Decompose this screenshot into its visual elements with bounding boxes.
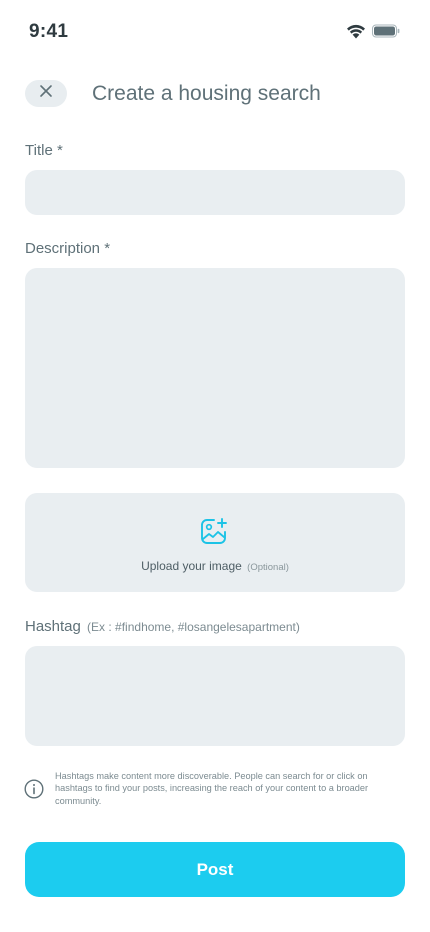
description-textarea[interactable] bbox=[25, 268, 405, 468]
hashtag-label: Hashtag bbox=[25, 618, 81, 635]
title-label: Title * bbox=[25, 142, 63, 159]
hashtag-hint: (Ex : #findhome, #losangelesapartment) bbox=[87, 620, 300, 634]
info-text: Hashtags make content more discoverable.… bbox=[55, 771, 369, 806]
close-button[interactable] bbox=[25, 80, 67, 107]
title-input[interactable] bbox=[25, 170, 405, 215]
description-label: Description * bbox=[25, 240, 111, 257]
battery-icon bbox=[372, 24, 400, 38]
wifi-icon bbox=[346, 23, 366, 39]
post-button[interactable]: Post bbox=[25, 842, 405, 897]
upload-label: Upload your image bbox=[141, 558, 242, 573]
status-icons bbox=[346, 23, 400, 39]
close-icon bbox=[39, 84, 53, 103]
hashtag-label-row: Hashtag (Ex : #findhome, #losangelesapar… bbox=[25, 618, 300, 635]
upload-optional-label: (Optional) bbox=[247, 561, 289, 573]
upload-label-row: Upload your image (Optional) bbox=[141, 559, 289, 573]
add-image-icon bbox=[200, 517, 230, 551]
create-housing-search-screen: 9:41 Create a housing search Title * Des… bbox=[0, 0, 430, 932]
page-title: Create a housing search bbox=[92, 82, 321, 105]
status-time: 9:41 bbox=[29, 21, 69, 42]
upload-image-button[interactable]: Upload your image (Optional) bbox=[25, 493, 405, 592]
hashtag-info: Hashtags make content more discoverable.… bbox=[24, 770, 404, 807]
info-icon bbox=[24, 779, 44, 807]
hashtag-textarea[interactable] bbox=[25, 646, 405, 746]
